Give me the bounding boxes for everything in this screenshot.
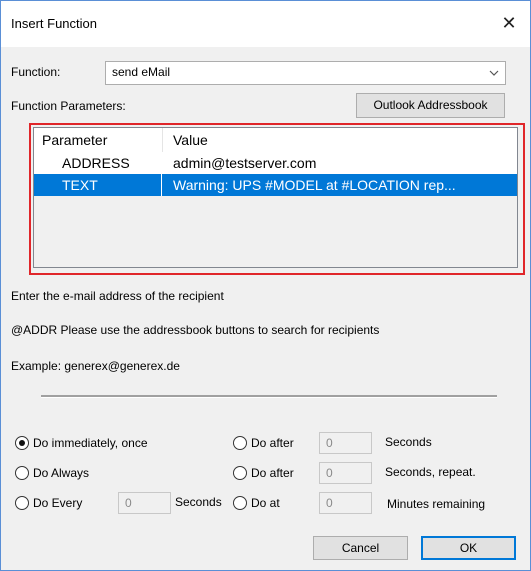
function-label: Function: <box>11 65 61 79</box>
radio-do-after-label[interactable]: Do after <box>251 436 294 450</box>
insert-function-dialog: Insert Function ✕ Function: send eMail F… <box>0 0 531 571</box>
parameter-value: admin@testserver.com <box>173 155 317 171</box>
outlook-addressbook-button-label: Outlook Addressbook <box>373 98 488 112</box>
radio-do-after[interactable] <box>233 436 247 450</box>
radio-do-every-label[interactable]: Do Every <box>33 496 82 510</box>
radio-do-every[interactable] <box>15 496 29 510</box>
cancel-button-label: Cancel <box>341 541 380 555</box>
parameter-value: Warning: UPS #MODEL at #LOCATION rep... <box>173 177 456 193</box>
radio-do-always-label[interactable]: Do Always <box>33 466 89 480</box>
after-repeat-seconds-input[interactable]: 0 <box>319 462 372 484</box>
column-separator[interactable] <box>162 128 163 152</box>
every-seconds-input[interactable]: 0 <box>118 492 171 514</box>
help-text-addr: @ADDR Please use the addressbook buttons… <box>11 323 380 337</box>
help-text-description: Enter the e-mail address of the recipien… <box>11 289 224 303</box>
radio-do-at[interactable] <box>233 496 247 510</box>
radio-do-immediately-label[interactable]: Do immediately, once <box>33 436 148 450</box>
after-seconds-input[interactable]: 0 <box>319 432 372 454</box>
chevron-down-icon <box>489 70 499 76</box>
radio-do-after-repeat-label[interactable]: Do after <box>251 466 294 480</box>
table-row[interactable]: TEXT Warning: UPS #MODEL at #LOCATION re… <box>34 174 517 196</box>
parameter-cell: ADDRESS <box>34 152 162 174</box>
parameter-grid[interactable]: Parameter Value ADDRESS admin@testserver… <box>33 127 518 268</box>
column-header-parameter[interactable]: Parameter <box>42 132 107 148</box>
dialog-title: Insert Function <box>11 16 97 31</box>
grid-header: Parameter Value <box>34 128 517 152</box>
function-dropdown-value: send eMail <box>112 65 171 79</box>
divider <box>41 395 497 398</box>
radio-do-after-repeat[interactable] <box>233 466 247 480</box>
after-seconds-unit: Seconds <box>385 435 432 449</box>
table-row[interactable]: ADDRESS admin@testserver.com <box>34 152 517 174</box>
parameter-cell: TEXT <box>34 174 162 196</box>
at-minutes-unit: Minutes remaining <box>387 497 486 511</box>
outlook-addressbook-button[interactable]: Outlook Addressbook <box>356 93 505 118</box>
title-bar: Insert Function ✕ <box>1 1 530 47</box>
help-text-example: Example: generex@generex.de <box>11 359 180 373</box>
parameter-name: ADDRESS <box>62 155 130 171</box>
close-icon[interactable]: ✕ <box>496 10 522 36</box>
parameter-name: TEXT <box>62 177 98 193</box>
ok-button[interactable]: OK <box>421 536 516 560</box>
radio-do-immediately[interactable] <box>15 436 29 450</box>
at-minutes-input[interactable]: 0 <box>319 492 372 514</box>
cancel-button[interactable]: Cancel <box>313 536 408 560</box>
every-seconds-unit: Seconds <box>175 495 222 509</box>
value-cell[interactable]: Warning: UPS #MODEL at #LOCATION rep... <box>162 174 517 196</box>
after-repeat-seconds-unit: Seconds, repeat. <box>385 465 476 479</box>
function-parameters-label: Function Parameters: <box>11 99 126 113</box>
function-dropdown[interactable]: send eMail <box>105 61 506 85</box>
column-header-value[interactable]: Value <box>173 132 208 148</box>
radio-do-at-label[interactable]: Do at <box>251 496 280 510</box>
value-cell[interactable]: admin@testserver.com <box>162 152 517 174</box>
ok-button-label: OK <box>459 541 478 555</box>
radio-do-always[interactable] <box>15 466 29 480</box>
